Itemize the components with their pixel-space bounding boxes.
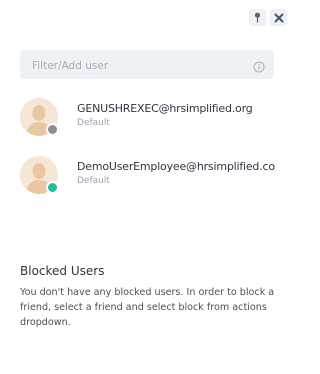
- close-button[interactable]: [270, 9, 287, 26]
- avatar: [20, 156, 59, 194]
- pin-button[interactable]: [249, 9, 266, 26]
- search-input[interactable]: [30, 50, 248, 81]
- status-indicator: [46, 181, 59, 194]
- blocked-users-section: Blocked Users You don't have any blocked…: [20, 264, 280, 330]
- header-actions: [249, 9, 287, 26]
- pin-icon: [254, 12, 261, 23]
- user-list-item[interactable]: DemoUserEmployee@hrsimplified.co Default: [20, 156, 295, 214]
- status-indicator: [46, 123, 59, 136]
- search-field: [20, 50, 274, 81]
- user-role: Default: [77, 118, 110, 128]
- avatar: [20, 98, 59, 136]
- blocked-users-title: Blocked Users: [20, 264, 105, 278]
- user-list: GENUSHREXEC@hrsimplified.org Default Dem…: [20, 98, 295, 214]
- user-list-item[interactable]: GENUSHREXEC@hrsimplified.org Default: [20, 98, 295, 156]
- user-name: DemoUserEmployee@hrsimplified.co: [77, 160, 275, 173]
- user-name: GENUSHREXEC@hrsimplified.org: [77, 102, 253, 115]
- blocked-users-message: You don't have any blocked users. In ord…: [20, 287, 275, 328]
- user-role: Default: [77, 176, 110, 186]
- info-icon[interactable]: [253, 58, 265, 77]
- close-icon: [274, 13, 283, 22]
